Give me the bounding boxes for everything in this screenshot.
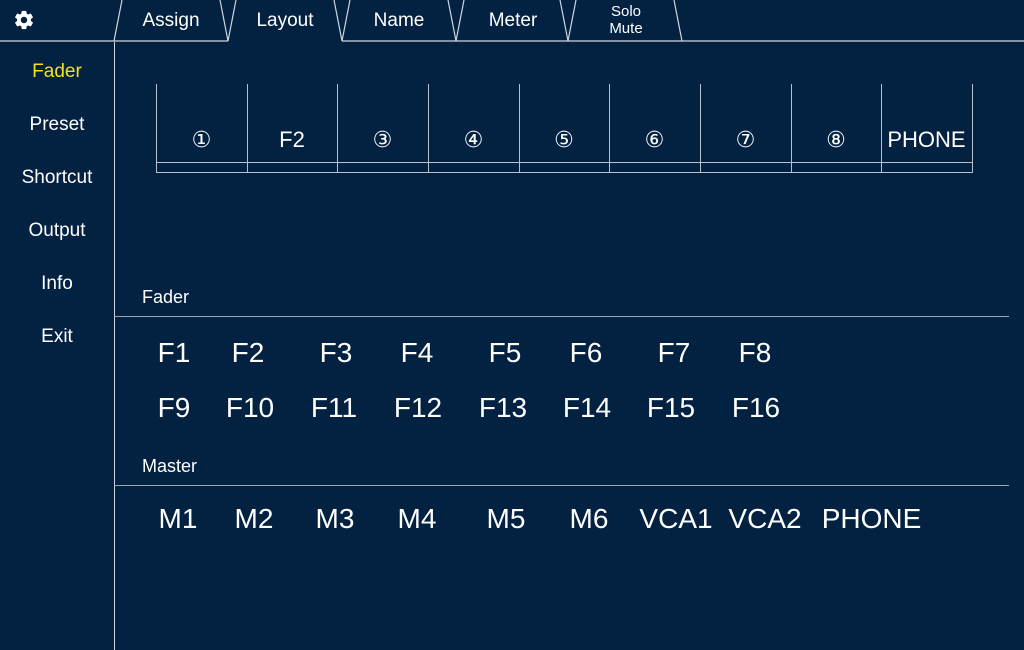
layout-slot-2[interactable]: F2 — [247, 126, 337, 154]
fader-button-f13[interactable]: F13 — [473, 391, 533, 425]
sidebar-item-preset[interactable]: Preset — [0, 114, 114, 136]
fader-button-f11[interactable]: F11 — [304, 391, 364, 425]
fader-button-f10[interactable]: F10 — [220, 391, 280, 425]
fader-button-f6[interactable]: F6 — [562, 336, 610, 370]
layout-slot-5[interactable]: ⑤ — [519, 126, 609, 154]
master-button-m5[interactable]: M5 — [478, 502, 534, 536]
sidebar-item-shortcut[interactable]: Shortcut — [0, 167, 114, 189]
grid-line — [156, 172, 973, 173]
sidebar-divider — [114, 42, 115, 650]
fader-button-f9[interactable]: F9 — [150, 391, 198, 425]
layout-slot-8[interactable]: ⑧ — [791, 126, 881, 154]
fader-button-f12[interactable]: F12 — [388, 391, 448, 425]
sidebar-item-exit[interactable]: Exit — [0, 326, 114, 348]
fader-button-f7[interactable]: F7 — [650, 336, 698, 370]
master-button-m3[interactable]: M3 — [307, 502, 363, 536]
grid-line — [156, 162, 973, 163]
fader-button-f14[interactable]: F14 — [557, 391, 617, 425]
section-divider — [114, 485, 1009, 486]
master-button-vca1[interactable]: VCA1 — [636, 502, 716, 536]
layout-slot-1[interactable]: ① — [156, 126, 247, 154]
master-button-m1[interactable]: M1 — [150, 502, 206, 536]
sidebar-item-fader[interactable]: Fader — [0, 61, 114, 83]
fader-section-label: Fader — [142, 287, 190, 307]
tab-layout[interactable]: Layout — [236, 11, 334, 31]
fader-button-f8[interactable]: F8 — [731, 336, 779, 370]
tab-solo-mute-line2: Mute — [609, 20, 643, 37]
master-button-m4[interactable]: M4 — [389, 502, 445, 536]
master-button-m2[interactable]: M2 — [226, 502, 282, 536]
grid-divider — [972, 84, 973, 173]
sidebar-item-info[interactable]: Info — [0, 273, 114, 295]
layout-slot-6[interactable]: ⑥ — [609, 126, 700, 154]
layout-slot-4[interactable]: ④ — [428, 126, 519, 154]
tab-solo-mute[interactable]: Solo Mute — [576, 3, 676, 37]
tab-solo-mute-line1: Solo — [610, 3, 642, 20]
fader-button-f15[interactable]: F15 — [641, 391, 701, 425]
layout-slot-7[interactable]: ⑦ — [700, 126, 791, 154]
layout-slot-9[interactable]: PHONE — [881, 126, 972, 154]
fader-button-f4[interactable]: F4 — [393, 336, 441, 370]
fader-button-f16[interactable]: F16 — [726, 391, 786, 425]
tab-name[interactable]: Name — [350, 11, 448, 31]
section-divider — [114, 316, 1009, 317]
layout-slot-3[interactable]: ③ — [337, 126, 428, 154]
sidebar-item-output[interactable]: Output — [0, 220, 114, 242]
fader-button-f2[interactable]: F2 — [224, 336, 272, 370]
master-section-label: Master — [142, 456, 198, 476]
master-button-vca2[interactable]: VCA2 — [725, 502, 805, 536]
fader-button-f5[interactable]: F5 — [481, 336, 529, 370]
master-button-phone[interactable]: PHONE — [814, 502, 929, 536]
tab-meter[interactable]: Meter — [464, 11, 562, 31]
tab-assign[interactable]: Assign — [122, 11, 220, 31]
master-button-m6[interactable]: M6 — [561, 502, 617, 536]
fader-button-f3[interactable]: F3 — [312, 336, 360, 370]
fader-button-f1[interactable]: F1 — [150, 336, 198, 370]
